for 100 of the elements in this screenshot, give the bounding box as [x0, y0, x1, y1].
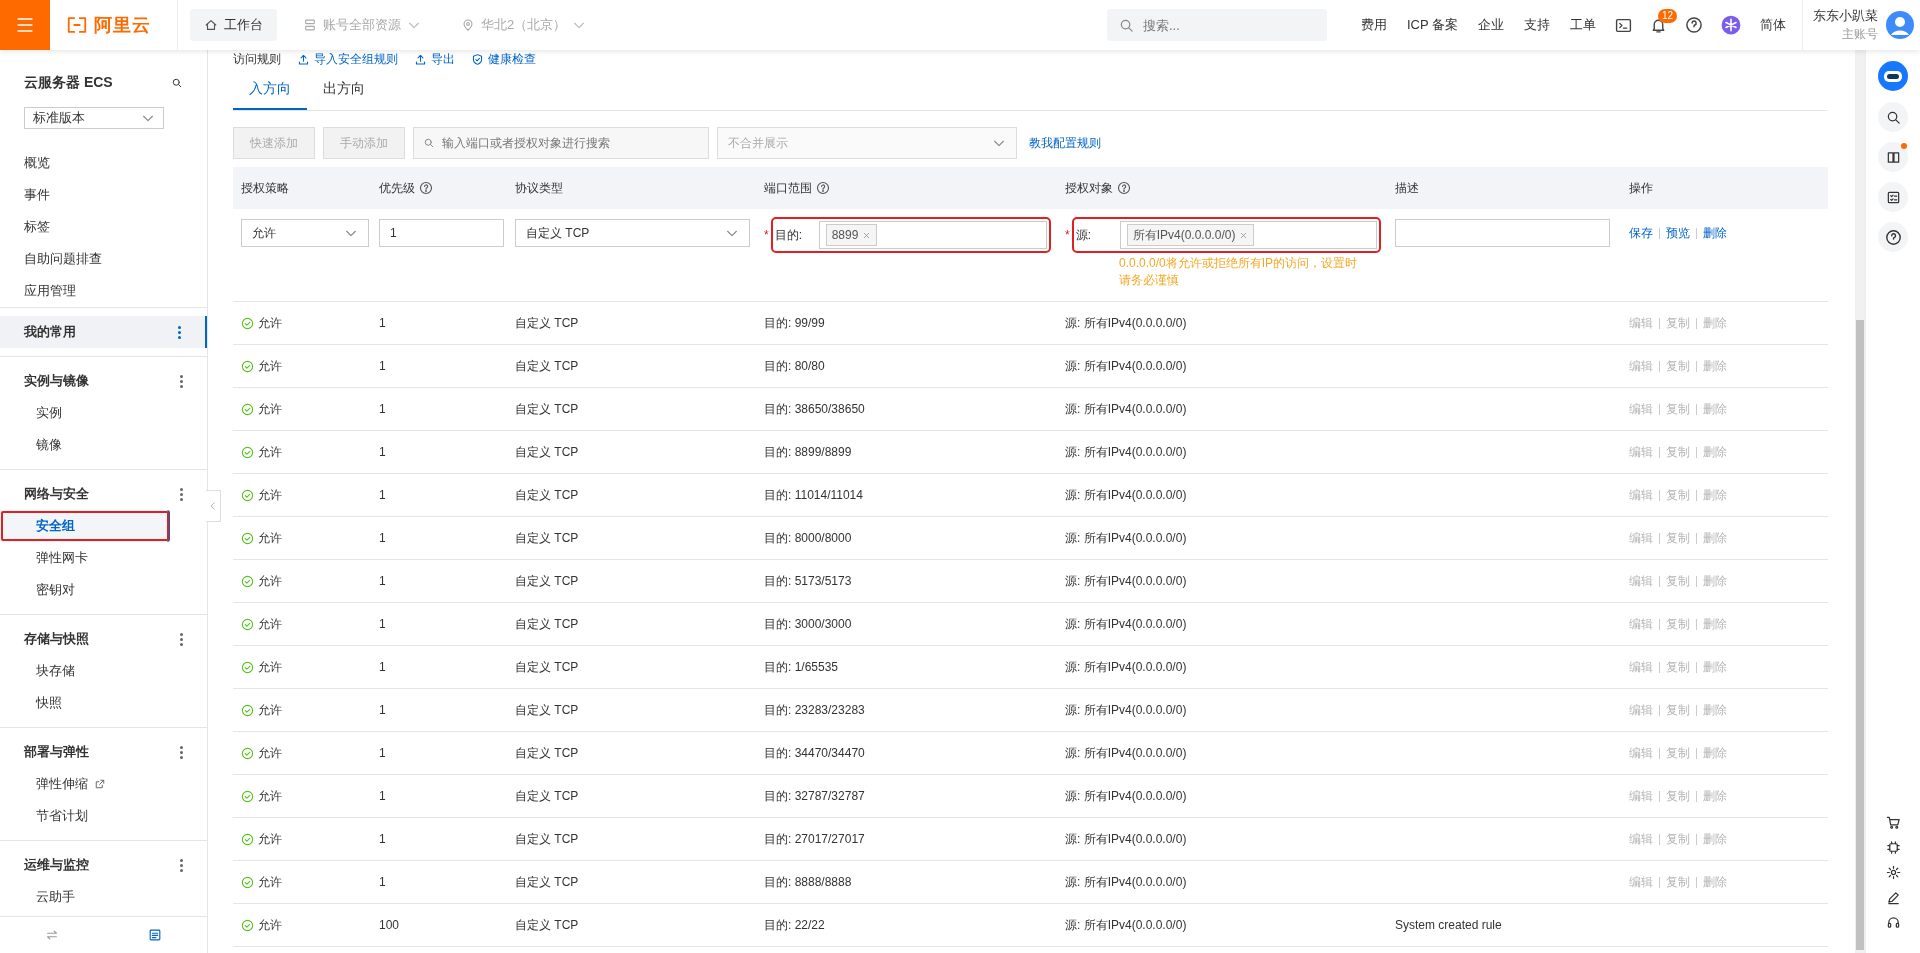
nav-item[interactable]: 工作台	[190, 9, 277, 41]
menu-icon	[15, 15, 35, 35]
check-circle-icon	[241, 316, 254, 330]
table-cell: 源: 所有IPv4(0.0.0.0/0)	[1057, 473, 1387, 517]
nav-link[interactable]: 工单	[1560, 16, 1606, 34]
toolbar-link[interactable]: 健康检查	[471, 50, 536, 68]
table-cell: 1	[371, 645, 507, 689]
sidebar-item[interactable]: 概览	[0, 147, 207, 179]
protocol-select[interactable]: 自定义 TCP	[515, 219, 750, 247]
table-cell: 允许	[258, 486, 282, 504]
more-icon[interactable]	[178, 325, 181, 339]
list-icon	[148, 928, 163, 942]
sidebar-item[interactable]: 弹性伸缩	[0, 768, 207, 800]
table-cell: 源: 所有IPv4(0.0.0.0/0)	[1057, 688, 1387, 732]
check-circle-icon	[241, 789, 254, 803]
collapse-handle[interactable]	[206, 490, 221, 522]
sidebar-item[interactable]: 自助问题排查	[0, 243, 207, 275]
sidebar-group[interactable]: 运维与监控	[0, 849, 207, 881]
sidebar-item[interactable]: 标签	[0, 211, 207, 243]
sidebar-item[interactable]: 弹性网卡	[0, 542, 207, 574]
column-header: 操作	[1629, 179, 1653, 197]
column-header: 端口范围	[764, 179, 812, 197]
sidebar-item[interactable]: 块存储	[0, 655, 207, 687]
table-cell: 允许	[258, 787, 282, 805]
language-link[interactable]: 简体	[1750, 16, 1796, 34]
sidebar-group[interactable]: 网络与安全	[0, 478, 207, 510]
port-tag: 8899	[825, 224, 878, 246]
table-cell: 自定义 TCP	[507, 602, 756, 646]
search-field[interactable]: 搜索...	[1106, 9, 1327, 41]
table-cell: 自定义 TCP	[507, 387, 756, 431]
rule-search-field[interactable]: 输入端口或者授权对象进行搜索	[413, 127, 709, 159]
sidebar-item[interactable]: 快照	[0, 687, 207, 719]
sidebar-group[interactable]: 存储与快照	[0, 623, 207, 655]
port-field[interactable]: 8899	[818, 221, 1047, 249]
sidebar-item[interactable]: 云助手	[0, 881, 207, 913]
column-header: 授权策略	[241, 179, 289, 197]
table-cell: 目的: 5173/5173	[756, 559, 1057, 603]
cart-icon	[1885, 815, 1901, 830]
logo-text[interactable]: 阿里云	[94, 13, 151, 37]
merge-select[interactable]: 不合并展示	[717, 127, 1017, 159]
table-cell: 允许	[258, 572, 282, 590]
description-input[interactable]	[1395, 219, 1610, 247]
table-cell: 1	[371, 688, 507, 732]
sidebar-group[interactable]: 部署与弹性	[0, 736, 207, 768]
priority-input[interactable]: 1	[379, 219, 504, 247]
avatar-icon[interactable]	[1886, 11, 1914, 39]
edition-select[interactable]: 标准版本	[24, 107, 164, 129]
sidebar-group[interactable]: 实例与镜像	[0, 365, 207, 397]
table-cell: 自定义 TCP	[507, 774, 756, 818]
nav-link[interactable]: 支持	[1514, 16, 1560, 34]
nav-item[interactable]: 华北2（北京）	[447, 9, 601, 41]
sidebar-item[interactable]: 实例	[0, 397, 207, 429]
table-cell: 1	[371, 516, 507, 560]
table-cell: 1	[371, 430, 507, 474]
pen-icon	[1885, 890, 1901, 905]
nav-link[interactable]: ICP 备案	[1396, 16, 1468, 34]
column-header: 协议类型	[515, 179, 563, 197]
table-cell: 自定义 TCP	[507, 559, 756, 603]
sidebar-item[interactable]: 密钥对	[0, 574, 207, 606]
check-circle-icon	[241, 918, 254, 932]
source-tag: 所有IPv4(0.0.0.0/0)	[1126, 224, 1255, 246]
close-icon	[1239, 230, 1249, 240]
table-cell: 源: 所有IPv4(0.0.0.0/0)	[1057, 774, 1387, 818]
toolbar-link[interactable]: 导出	[414, 50, 455, 68]
direction-tab[interactable]: 入方向	[233, 70, 307, 110]
more-icon[interactable]	[180, 487, 183, 501]
more-icon[interactable]	[180, 745, 183, 759]
robot-icon[interactable]	[1877, 60, 1909, 92]
policy-select[interactable]: 允许	[241, 219, 369, 247]
sidebar-item[interactable]: 事件	[0, 179, 207, 211]
sidebar-group[interactable]: 我的常用	[0, 316, 207, 348]
check-circle-icon	[241, 488, 254, 502]
sidebar-item[interactable]: 镜像	[0, 429, 207, 461]
scrollbar[interactable]	[1855, 50, 1865, 953]
table-cell: 1	[371, 473, 507, 517]
more-icon[interactable]	[180, 858, 183, 872]
more-icon[interactable]	[180, 374, 183, 388]
table-cell: 目的: 3000/3000	[756, 602, 1057, 646]
nav-link[interactable]: 企业	[1468, 16, 1514, 34]
table-cell: 允许	[258, 314, 282, 332]
nav-link[interactable]: 费用	[1350, 16, 1397, 34]
source-field[interactable]: 所有IPv4(0.0.0.0/0)	[1119, 221, 1377, 249]
action-link[interactable]: 保存	[1629, 224, 1653, 242]
settings-icon	[1885, 865, 1901, 880]
search-icon	[1118, 18, 1134, 33]
sidebar-item[interactable]: 应用管理	[0, 275, 207, 307]
chevron-left-icon	[208, 501, 218, 511]
nav-item[interactable]: 账号全部资源	[289, 9, 435, 41]
table-cell: 允许	[258, 744, 282, 762]
direction-tab[interactable]: 出方向	[307, 70, 381, 110]
user-name[interactable]: 东东小趴菜	[1813, 7, 1878, 25]
sidebar-item[interactable]: 安全组	[0, 510, 170, 542]
more-icon[interactable]	[180, 632, 183, 646]
table-cell: 源: 所有IPv4(0.0.0.0/0)	[1057, 602, 1387, 646]
action-link[interactable]: 删除	[1703, 224, 1727, 242]
toolbar-link[interactable]: 导入安全组规则	[297, 50, 398, 68]
help-link[interactable]: 教我配置规则	[1029, 134, 1101, 152]
sidebar-item[interactable]: 节省计划	[0, 800, 207, 832]
search-icon	[171, 77, 183, 89]
action-link[interactable]: 预览	[1666, 224, 1690, 242]
